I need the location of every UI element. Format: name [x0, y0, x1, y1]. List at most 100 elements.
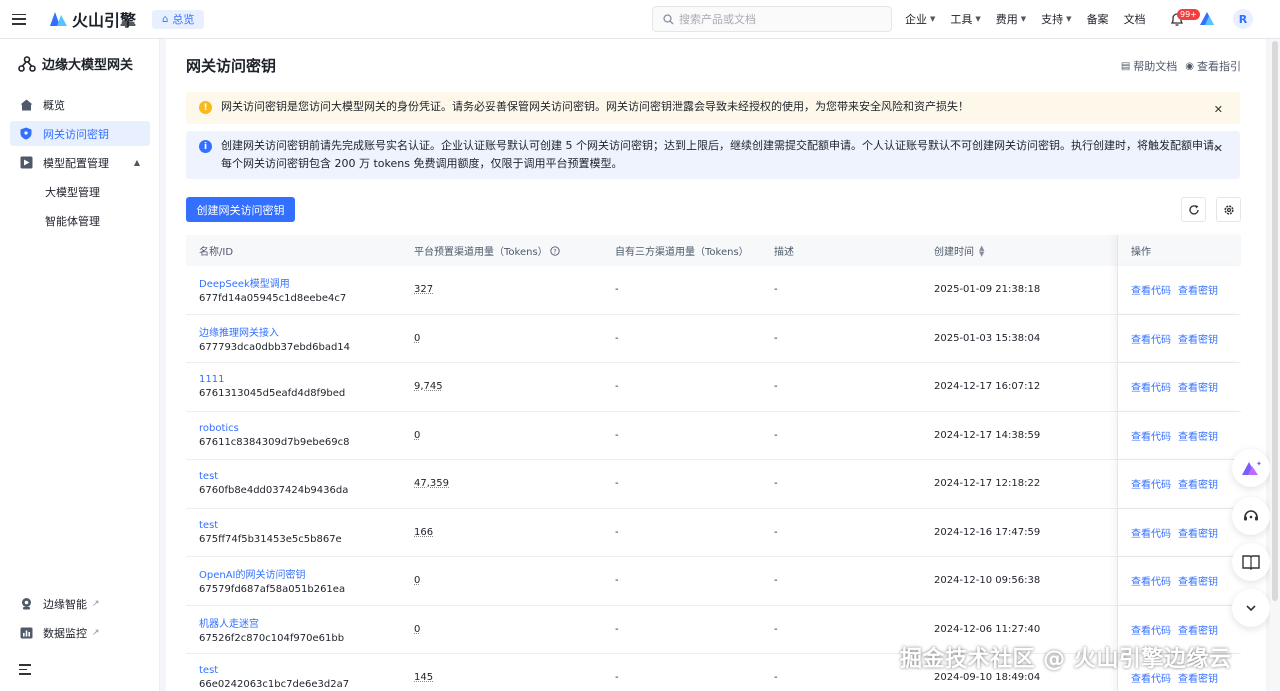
cell-name: test 6760fb8e4dd037424b9436da [199, 460, 348, 508]
sidebar-item-llm-management[interactable]: 大模型管理 [10, 179, 150, 204]
warning-alert-text: 网关访问密钥是您访问大模型网关的身份凭证。请务必妥善保管网关访问密钥。网关访问密… [221, 100, 969, 113]
table-row: OpenAI的网关访问密钥 67579fd687af58a051b261ea 0… [186, 557, 1241, 606]
chevron-up-icon[interactable]: ▲ [134, 158, 140, 167]
view-code-link[interactable]: 查看代码 [1131, 282, 1171, 297]
scrollbar-thumb[interactable] [1272, 41, 1278, 601]
collapse-sidebar-icon[interactable] [19, 664, 31, 675]
search-icon [663, 13, 674, 24]
sidebar-item-model-config[interactable]: 模型配置管理 ▲ [10, 150, 150, 175]
platform-usage-value[interactable]: 327 [414, 284, 433, 295]
platform-usage-value[interactable]: 0 [414, 624, 420, 635]
warning-icon: ! [199, 101, 212, 114]
overview-label: 总览 [172, 13, 195, 26]
nav-label: 支持 [1041, 13, 1064, 26]
page-scrollbar[interactable] [1270, 39, 1280, 691]
cell-description: - [774, 381, 778, 393]
help-doc-link[interactable]: ▤ 帮助文档 [1121, 58, 1177, 74]
view-code-link[interactable]: 查看代码 [1131, 331, 1171, 346]
avatar[interactable]: R [1233, 9, 1253, 29]
key-name-link[interactable]: test [199, 471, 218, 482]
help-circle-icon[interactable]: ? [550, 245, 560, 256]
view-key-link[interactable]: 查看密钥 [1178, 622, 1218, 637]
nav-docs[interactable]: 文档 [1124, 11, 1146, 27]
nav-billing[interactable]: 费用 ▼ [996, 11, 1026, 27]
search-input[interactable] [679, 12, 879, 26]
logo[interactable]: 火山引擎 [50, 7, 136, 31]
platform-usage-value[interactable]: 166 [414, 527, 433, 538]
view-key-link[interactable]: 查看密钥 [1178, 282, 1218, 297]
view-key-link[interactable]: 查看密钥 [1178, 573, 1218, 588]
view-code-link[interactable]: 查看代码 [1131, 476, 1171, 491]
nav-icp[interactable]: 备案 [1087, 11, 1109, 27]
key-name-link[interactable]: OpenAI的网关访问密钥 [199, 566, 306, 581]
sidebar-item-agent-management[interactable]: 智能体管理 [10, 208, 150, 233]
close-icon[interactable]: ✕ [1214, 140, 1223, 158]
hamburger-menu-icon[interactable] [12, 13, 26, 25]
create-key-button[interactable]: 创建网关访问密钥 [186, 197, 295, 222]
platform-usage-value[interactable]: 0 [414, 430, 420, 441]
view-code-link[interactable]: 查看代码 [1131, 379, 1171, 394]
sidebar-item-data-monitor[interactable]: 数据监控 ↗ [10, 620, 150, 645]
key-name-link[interactable]: DeepSeek模型调用 [199, 275, 290, 290]
view-code-link[interactable]: 查看代码 [1131, 622, 1171, 637]
sidebar-item-overview[interactable]: 概览 [10, 92, 150, 117]
platform-usage-value[interactable]: 9,745 [414, 381, 443, 392]
view-code-link[interactable]: 查看代码 [1131, 525, 1171, 540]
sidebar-item-label: 概览 [43, 98, 65, 112]
view-key-link[interactable]: 查看密钥 [1178, 331, 1218, 346]
info-icon: i [199, 140, 212, 153]
view-key-link[interactable]: 查看密钥 [1178, 428, 1218, 443]
cell-platform-usage: 166 [414, 509, 433, 557]
header-created[interactable]: 创建时间 ▲ ▼ [934, 235, 984, 266]
close-icon[interactable]: ✕ [1214, 101, 1223, 119]
top-nav: 企业 ▼ 工具 ▼ 费用 ▼ 支持 ▼ 备案 文档 [905, 0, 1161, 38]
view-key-link[interactable]: 查看密钥 [1178, 476, 1218, 491]
search-box[interactable] [652, 6, 892, 32]
sidebar-item-gateway-keys[interactable]: 网关访问密钥 [10, 121, 150, 146]
key-name-link[interactable]: test [199, 665, 218, 676]
view-guide-link[interactable]: ◉ 查看指引 [1185, 58, 1241, 74]
view-guide-label: 查看指引 [1197, 60, 1241, 73]
cell-actions: 查看代码 查看密钥 [1117, 508, 1241, 556]
nav-label: 费用 [995, 13, 1018, 26]
settings-button[interactable] [1216, 197, 1241, 222]
sidebar-item-edge-ai[interactable]: 边缘智能 ↗ [10, 591, 150, 616]
nav-tools[interactable]: 工具 ▼ [950, 11, 980, 27]
cell-created: 2024-12-17 12:18:22 [934, 478, 1041, 490]
docs-button[interactable] [1232, 543, 1270, 581]
cell-name: OpenAI的网关访问密钥 67579fd687af58a051b261ea [199, 557, 345, 605]
platform-usage-value[interactable]: 47,359 [414, 478, 449, 489]
volcengine-logo-icon [50, 12, 67, 26]
gear-icon [1223, 204, 1234, 215]
view-code-link[interactable]: 查看代码 [1131, 428, 1171, 443]
sort-icon[interactable]: ▲ ▼ [979, 244, 984, 257]
warning-alert: ! 网关访问密钥是您访问大模型网关的身份凭证。请务必妥善保管网关访问密钥。网关访… [186, 92, 1240, 124]
cell-platform-usage: 9,745 [414, 363, 443, 411]
ai-assistant-button[interactable]: ✦ [1232, 449, 1270, 487]
refresh-button[interactable] [1181, 197, 1206, 222]
volcano-app-icon[interactable] [1199, 11, 1215, 26]
platform-usage-value[interactable]: 0 [414, 575, 420, 586]
view-code-link[interactable]: 查看代码 [1131, 573, 1171, 588]
external-link-icon: ↗ [92, 627, 100, 638]
nav-enterprise[interactable]: 企业 ▼ [905, 11, 935, 27]
customer-service-button[interactable] [1232, 497, 1270, 535]
key-name-link[interactable]: 边缘推理网关接入 [199, 324, 279, 339]
chevron-down-icon: ▼ [930, 15, 936, 23]
nav-support[interactable]: 支持 ▼ [1041, 11, 1071, 27]
expand-more-button[interactable] [1232, 589, 1270, 627]
cell-description: - [774, 623, 778, 635]
view-key-link[interactable]: 查看密钥 [1178, 525, 1218, 540]
table-row: 边缘推理网关接入 677793dca0dbb37ebd6bad14 0 - - … [186, 314, 1241, 363]
platform-usage-value[interactable]: 0 [414, 333, 420, 344]
key-name-link[interactable]: 1111 [199, 374, 224, 385]
key-name-link[interactable]: 机器人走迷宫 [199, 615, 259, 630]
view-key-link[interactable]: 查看密钥 [1178, 379, 1218, 394]
key-name-link[interactable]: test [199, 520, 218, 531]
platform-usage-value[interactable]: 145 [414, 672, 433, 683]
gateway-logo-icon [18, 55, 36, 72]
overview-button[interactable]: ⌂ 总览 [152, 9, 205, 29]
key-name-link[interactable]: robotics [199, 423, 239, 434]
main-content: 网关访问密钥 ▤ 帮助文档 ◉ 查看指引 ! 网关访问密钥是您访问大模型网关的身份凭… [166, 39, 1266, 691]
table-row: 1111 6761313045d5eafd4d8f9bed 9,745 - - … [186, 363, 1241, 412]
